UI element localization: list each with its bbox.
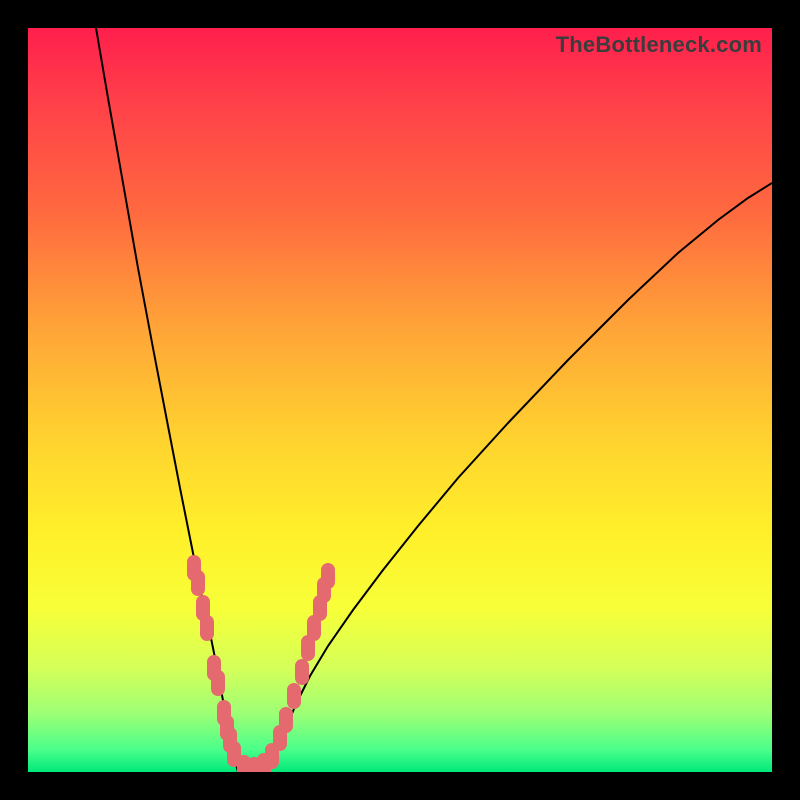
curve-layer <box>28 28 772 772</box>
plot-area: TheBottleneck.com <box>28 28 772 772</box>
watermark-text: TheBottleneck.com <box>556 32 762 58</box>
chart-frame: TheBottleneck.com <box>0 0 800 800</box>
curve-right-arm <box>268 183 772 772</box>
scatter-dots <box>194 562 328 772</box>
